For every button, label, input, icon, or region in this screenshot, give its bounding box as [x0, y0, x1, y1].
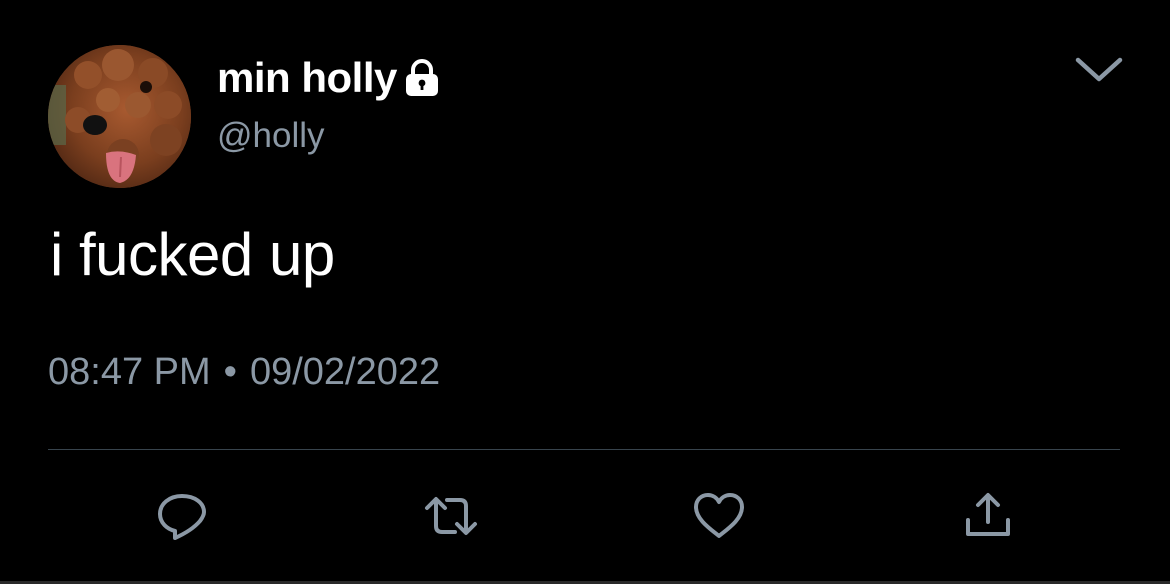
avatar[interactable] — [48, 45, 191, 188]
display-name-row: min holly — [217, 52, 441, 104]
tweet-text: i fucked up — [50, 221, 335, 288]
retweet-icon — [425, 497, 477, 535]
timestamp-separator: • — [223, 351, 237, 393]
timestamp[interactable]: 08:47 PM • 09/02/2022 — [48, 351, 440, 394]
share-icon — [966, 493, 1010, 536]
display-name[interactable]: min holly — [217, 54, 397, 102]
chevron-down-icon — [1075, 57, 1123, 82]
lock-icon — [403, 58, 441, 98]
tweet-time: 08:47 PM — [48, 351, 211, 393]
more-options-button[interactable] — [1074, 52, 1124, 86]
heart-icon — [694, 493, 744, 538]
user-handle[interactable]: @holly — [217, 116, 325, 156]
tweet-card: min holly @holly i fucked up 08:47 PM • … — [0, 0, 1170, 584]
avatar-image — [48, 45, 191, 188]
retweet-button[interactable] — [423, 490, 479, 542]
tweet-date: 09/02/2022 — [249, 351, 441, 393]
divider — [48, 449, 1120, 450]
share-button[interactable] — [960, 490, 1016, 542]
reply-icon — [158, 494, 206, 540]
like-button[interactable] — [691, 490, 747, 542]
reply-button[interactable] — [154, 490, 210, 542]
